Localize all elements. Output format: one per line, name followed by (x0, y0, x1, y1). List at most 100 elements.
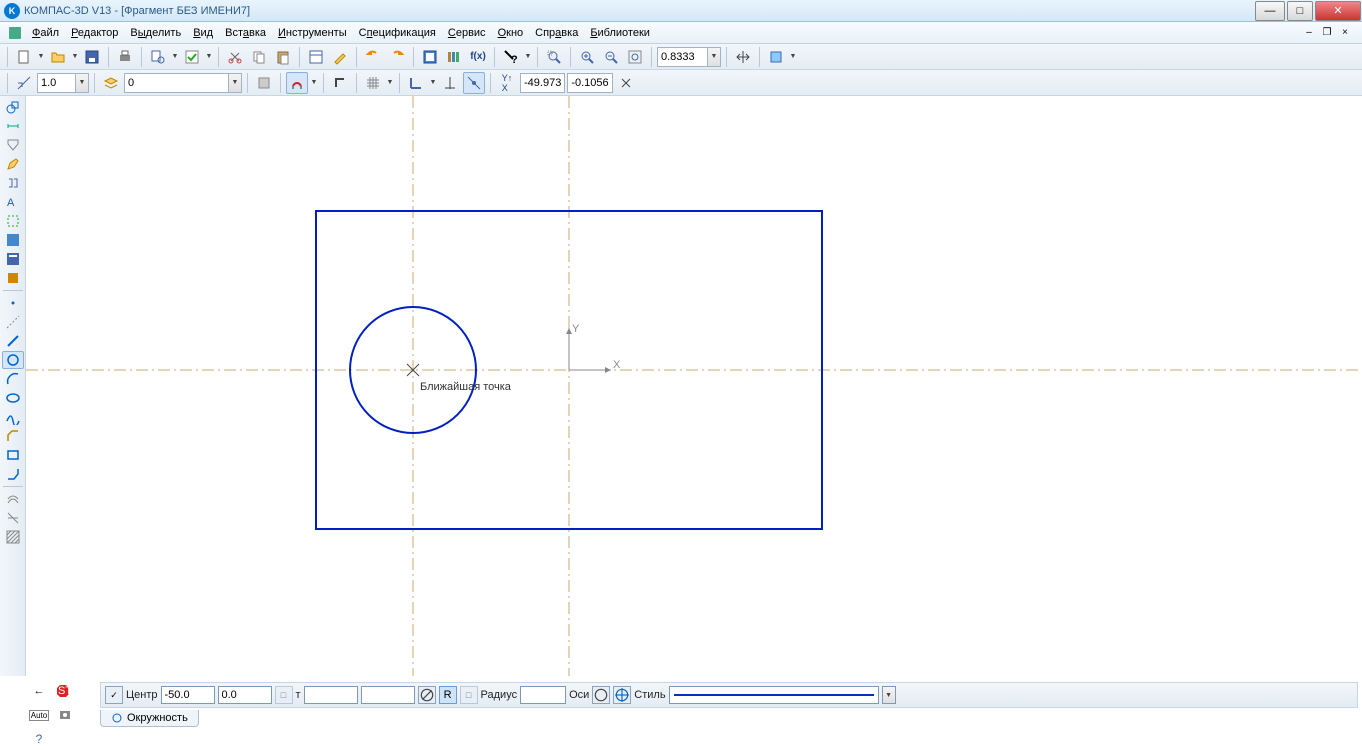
radius-toggle[interactable]: R (439, 686, 457, 704)
rect-tool[interactable] (2, 446, 24, 464)
ellipse-tool[interactable] (2, 389, 24, 407)
line-style-dropdown[interactable]: ▼ (882, 686, 896, 704)
pan-button[interactable] (732, 46, 754, 68)
menu-help[interactable]: Справка (529, 25, 584, 41)
grid-button[interactable] (362, 72, 384, 94)
collect-tool[interactable] (2, 509, 24, 527)
zoom-input[interactable] (657, 47, 707, 67)
spec-panel-icon[interactable] (2, 231, 24, 249)
open-dropdown[interactable]: ▼ (71, 53, 79, 60)
menu-view[interactable]: Вид (187, 25, 219, 41)
radius-lock-button[interactable]: □ (460, 686, 478, 704)
params-panel-icon[interactable] (2, 174, 24, 192)
scale-icon[interactable] (13, 72, 35, 94)
print-button[interactable] (114, 46, 136, 68)
line-tool[interactable] (2, 332, 24, 350)
menu-service[interactable]: Сервис (442, 25, 492, 41)
cut-button[interactable] (224, 46, 246, 68)
scale-dropdown[interactable]: ▼ (75, 73, 89, 93)
stop-button[interactable] (253, 72, 275, 94)
menu-window[interactable]: Окно (492, 25, 530, 41)
circle-tool[interactable] (2, 351, 24, 369)
copy-button[interactable] (248, 46, 270, 68)
menu-selection[interactable]: Выделить (124, 25, 187, 41)
auto-create-button[interactable]: Auto (28, 704, 50, 726)
layer-input[interactable] (124, 73, 228, 93)
chamfer-tool[interactable] (2, 427, 24, 445)
dimensions-panel-icon[interactable] (2, 117, 24, 135)
spline-tool[interactable] (2, 408, 24, 426)
arc-tool[interactable] (2, 370, 24, 388)
undo-button[interactable] (362, 46, 384, 68)
point-y-input[interactable] (361, 686, 415, 704)
grid-dropdown[interactable]: ▼ (386, 79, 394, 86)
preview-dropdown[interactable]: ▼ (171, 53, 179, 60)
help-dropdown[interactable]: ▼ (524, 53, 532, 60)
point-x-input[interactable] (304, 686, 358, 704)
properties-button[interactable] (305, 46, 327, 68)
mdi-minimize-button[interactable]: – (1302, 26, 1316, 40)
ortho-button[interactable] (329, 72, 351, 94)
snap-toggle[interactable] (286, 72, 308, 94)
center-lock-button[interactable]: ✓ (105, 686, 123, 704)
app-menu-icon[interactable] (4, 22, 26, 44)
contour-tool[interactable] (2, 465, 24, 483)
menu-insert[interactable]: Вставка (219, 25, 272, 41)
open-button[interactable] (47, 46, 69, 68)
layers-icon[interactable] (100, 72, 122, 94)
radius-input[interactable] (520, 686, 566, 704)
menu-libs[interactable]: Библиотеки (584, 25, 656, 41)
save-button[interactable] (81, 46, 103, 68)
local-cs-dropdown[interactable]: ▼ (429, 79, 437, 86)
paste-button[interactable] (272, 46, 294, 68)
redo-button[interactable] (386, 46, 408, 68)
layer-combo[interactable]: ▼ (124, 73, 242, 93)
maximize-button[interactable]: □ (1287, 1, 1313, 21)
hatch-tool[interactable] (2, 528, 24, 546)
aux-line-tool[interactable] (2, 313, 24, 331)
preview-button[interactable] (147, 46, 169, 68)
diameter-toggle[interactable] (418, 686, 436, 704)
layer-dropdown[interactable]: ▼ (228, 73, 242, 93)
menu-tools[interactable]: Инструменты (272, 25, 353, 41)
variables-button[interactable]: f(x) (467, 46, 489, 68)
select-panel-icon[interactable] (2, 212, 24, 230)
scale-combo[interactable]: ▼ (37, 73, 89, 93)
scale-input[interactable] (37, 73, 75, 93)
mdi-close-button[interactable]: × (1338, 26, 1352, 40)
manager-button[interactable] (419, 46, 441, 68)
zoom-combo[interactable]: ▼ (657, 47, 721, 67)
zoom-out-button[interactable] (600, 46, 622, 68)
point-tool[interactable] (2, 294, 24, 312)
zoom-dropdown[interactable]: ▼ (707, 47, 721, 67)
remember-state-button[interactable] (54, 704, 76, 726)
check-dropdown[interactable]: ▼ (205, 53, 213, 60)
tab-circle[interactable]: Окружность (100, 710, 199, 727)
symbols-panel-icon[interactable] (2, 136, 24, 154)
point-lock-button[interactable]: □ (275, 686, 293, 704)
zoom-in-button[interactable] (576, 46, 598, 68)
axes-on-button[interactable] (613, 686, 631, 704)
whats-this-button[interactable]: ? (500, 46, 522, 68)
libs-button[interactable] (443, 46, 465, 68)
menu-editor[interactable]: Редактор (65, 25, 124, 41)
arrow-left-button[interactable]: ← (28, 680, 50, 702)
measure-panel-icon[interactable]: A (2, 193, 24, 211)
center-x-input[interactable] (161, 686, 215, 704)
coord-lock-button[interactable] (615, 72, 637, 94)
copy-props-button[interactable] (329, 46, 351, 68)
minimize-button[interactable]: — (1255, 1, 1285, 21)
insert-panel-icon[interactable] (2, 269, 24, 287)
menu-spec[interactable]: Спецификация (353, 25, 442, 41)
help-small-button[interactable]: ? (28, 728, 50, 750)
mdi-restore-button[interactable]: ❐ (1320, 26, 1334, 40)
menu-file[interactable]: Файл (26, 25, 65, 41)
local-cs-button[interactable] (405, 72, 427, 94)
center-y-input[interactable] (218, 686, 272, 704)
line-style-combo[interactable] (669, 686, 879, 704)
edit-panel-icon[interactable] (2, 155, 24, 173)
equidistant-tool[interactable] (2, 490, 24, 508)
report-panel-icon[interactable] (2, 250, 24, 268)
orient-dropdown[interactable]: ▼ (789, 53, 797, 60)
drawing-canvas[interactable]: X Y Ближайшая точка (26, 96, 1362, 676)
